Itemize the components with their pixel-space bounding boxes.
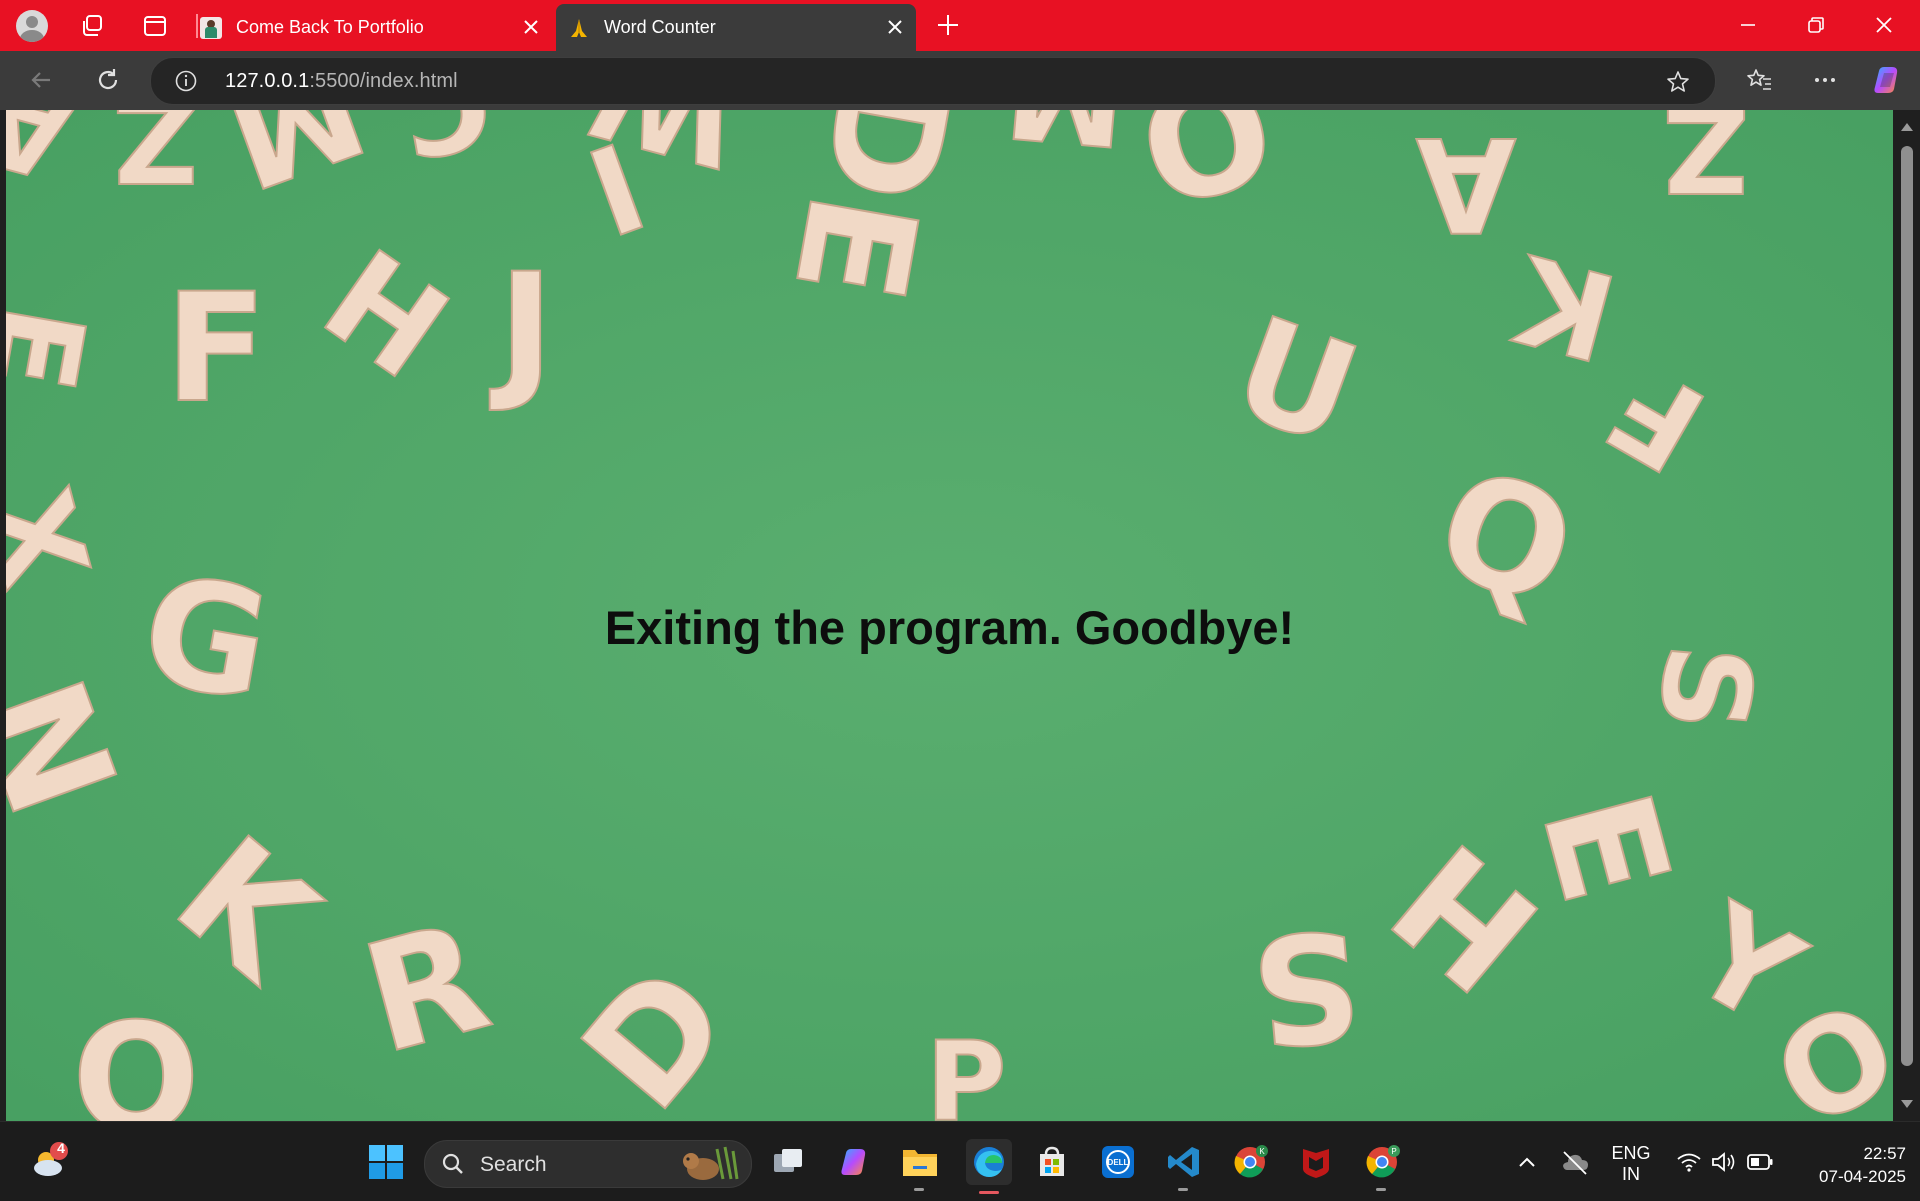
wifi-icon[interactable] xyxy=(1676,1150,1702,1174)
restore-icon[interactable] xyxy=(1804,13,1828,37)
wooden-letter: M xyxy=(1001,110,1132,171)
tab-come-back-to-portfolio[interactable]: Come Back To Portfolio xyxy=(200,4,552,51)
wooden-letter: Z xyxy=(1662,110,1749,216)
refresh-icon[interactable] xyxy=(93,65,123,95)
chrome-icon[interactable]: K xyxy=(1230,1142,1270,1182)
input-language-indicator[interactable]: ENG IN xyxy=(1606,1143,1656,1185)
scrollbar-thumb[interactable] xyxy=(1901,146,1913,1066)
minimize-icon[interactable] xyxy=(1736,13,1760,37)
chrome-profile-icon[interactable]: P xyxy=(1362,1142,1402,1191)
url-host: 127.0.0.1 xyxy=(225,70,310,92)
wooden-letter: Z xyxy=(112,110,199,206)
tab-word-counter[interactable]: Word Counter xyxy=(556,4,916,51)
more-options-icon[interactable] xyxy=(1810,65,1840,95)
show-hidden-icons-chevron-icon[interactable] xyxy=(1515,1152,1539,1172)
scroll-up-icon[interactable] xyxy=(1899,120,1915,134)
date-text: 07-04-2025 xyxy=(1819,1167,1906,1186)
time-text: 22:57 xyxy=(1863,1144,1906,1163)
active-app-indicator xyxy=(979,1191,999,1194)
scroll-down-icon[interactable] xyxy=(1899,1097,1915,1111)
favorites-icon[interactable] xyxy=(1744,65,1774,95)
mcafee-icon[interactable] xyxy=(1296,1142,1336,1182)
site-info-icon[interactable] xyxy=(175,70,197,92)
search-highlight-beaver-icon xyxy=(683,1146,739,1180)
url-text[interactable]: 127.0.0.1:5500/index.html xyxy=(225,70,458,93)
region-code: IN xyxy=(1622,1164,1640,1184)
language-code: ENG xyxy=(1611,1143,1651,1163)
copilot-sidebar-icon[interactable] xyxy=(1870,63,1904,97)
file-explorer-icon[interactable] xyxy=(900,1142,940,1191)
close-tab-icon[interactable] xyxy=(884,16,906,38)
running-indicator xyxy=(1178,1188,1188,1191)
browser-titlebar: Come Back To Portfolio Word Counter xyxy=(0,0,1920,51)
wooden-letter: F xyxy=(165,262,267,436)
close-window-icon[interactable] xyxy=(1872,13,1896,37)
tab-actions-icon[interactable] xyxy=(138,9,172,43)
battery-icon[interactable] xyxy=(1746,1151,1774,1173)
favorite-star-icon[interactable] xyxy=(1665,69,1691,95)
weather-badge-count: 4 xyxy=(57,1140,65,1156)
workspaces-icon[interactable] xyxy=(75,9,109,43)
vscode-icon[interactable] xyxy=(1164,1142,1204,1191)
start-icon[interactable] xyxy=(366,1142,406,1182)
tab-separator xyxy=(196,14,198,38)
search-label: Search xyxy=(480,1153,547,1176)
address-bar[interactable]: 127.0.0.1:5500/index.html xyxy=(150,57,1716,105)
wooden-letter: O xyxy=(72,992,200,1121)
new-tab-icon[interactable] xyxy=(935,12,961,38)
store-icon[interactable] xyxy=(1032,1142,1072,1182)
tab-title: Come Back To Portfolio xyxy=(236,17,424,37)
browser-toolbar: 127.0.0.1:5500/index.html xyxy=(0,51,1920,110)
dell-icon[interactable]: DELL xyxy=(1098,1142,1138,1182)
windows-taskbar: 4 Search DELL K P ENG IN 22:57 07-04-202… xyxy=(0,1121,1920,1201)
task-view-icon[interactable] xyxy=(768,1142,808,1182)
svg-text:K: K xyxy=(1259,1147,1265,1156)
wooden-letter: J xyxy=(489,242,554,416)
svg-text:DELL: DELL xyxy=(1108,1158,1129,1167)
edge-icon[interactable] xyxy=(966,1139,1012,1194)
volume-icon[interactable] xyxy=(1710,1150,1738,1174)
clock[interactable]: 22:57 07-04-2025 xyxy=(1790,1142,1910,1188)
onedrive-offline-icon[interactable] xyxy=(1560,1148,1590,1176)
running-indicator xyxy=(914,1188,924,1191)
page-scrollbar[interactable] xyxy=(1893,110,1920,1121)
wooden-letter: A xyxy=(1416,110,1517,260)
taskbar-search-box[interactable]: Search xyxy=(424,1140,752,1188)
running-indicator xyxy=(1376,1188,1386,1191)
folded-hands-favicon-icon xyxy=(568,17,590,39)
url-path: :5500/index.html xyxy=(309,70,458,92)
portfolio-favicon-icon xyxy=(200,16,222,39)
tab-title: Word Counter xyxy=(604,17,716,37)
profile-avatar-icon[interactable] xyxy=(15,9,49,43)
page-viewport: AZMCWDMOAZEFHJIEUKFXQGSNEKRDSHYOPO Exiti… xyxy=(6,110,1893,1121)
weather-icon[interactable]: 4 xyxy=(28,1140,68,1182)
exit-message: Exiting the program. Goodbye! xyxy=(604,601,1295,654)
copilot-icon[interactable] xyxy=(834,1142,874,1182)
back-arrow-icon[interactable] xyxy=(26,65,56,95)
search-icon xyxy=(442,1153,463,1174)
close-tab-icon[interactable] xyxy=(520,16,542,38)
wooden-letter: P xyxy=(926,1018,1007,1121)
svg-text:P: P xyxy=(1391,1147,1396,1156)
wooden-letter: S xyxy=(1244,895,1367,1078)
